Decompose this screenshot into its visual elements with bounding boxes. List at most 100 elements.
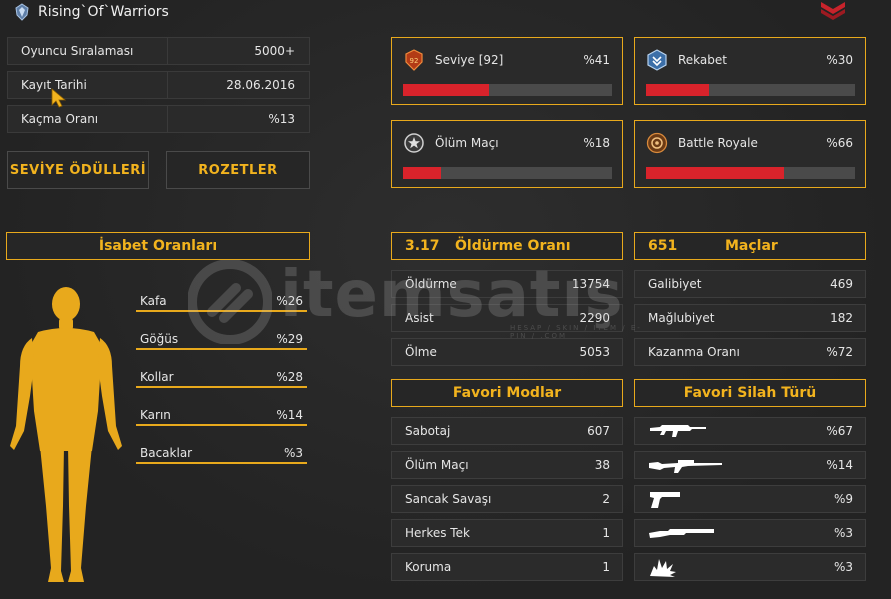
player-name: Rising`Of`Warriors	[38, 4, 169, 20]
stat-row-assists: Asist 2290	[391, 304, 623, 332]
info-label: Kayıt Tarihi	[8, 72, 168, 98]
progress-track	[646, 167, 855, 179]
kill-ratio-header: 3.17 Öldürme Oranı	[391, 232, 623, 260]
mode-label: Ölüm Maçı	[405, 458, 469, 472]
info-value: 28.06.2016	[226, 78, 295, 92]
mode-card-competitive[interactable]: Rekabet %30	[634, 37, 866, 105]
mode-count: 38	[594, 458, 610, 472]
mode-card-battle-royale[interactable]: Battle Royale %66	[634, 120, 866, 188]
stat-label: Öldürme	[405, 277, 457, 291]
stat-value: 2290	[579, 311, 610, 325]
progress-track	[403, 84, 612, 96]
competitive-icon	[647, 49, 667, 71]
body-part-value: %14	[276, 408, 303, 422]
level-badge-icon: 92	[405, 49, 423, 71]
kill-ratio-title: Öldürme Oranı	[455, 238, 571, 254]
stat-label: Ölme	[405, 345, 437, 359]
stat-label: Kazanma Oranı	[648, 345, 740, 359]
accuracy-row-legs: Bacaklar %3	[136, 446, 307, 464]
favorite-weapon-row: %67	[634, 417, 866, 445]
info-value: 5000+	[254, 44, 295, 58]
stat-value: 13754	[571, 277, 610, 291]
info-value: %13	[268, 112, 295, 126]
favorite-mode-row: Herkes Tek 1	[391, 519, 623, 547]
favorite-mode-row: Sancak Savaşı 2	[391, 485, 623, 513]
mode-name: Rekabet	[678, 53, 727, 67]
body-silhouette-icon	[10, 287, 122, 582]
stat-value: 182	[830, 311, 853, 325]
body-part-label: Karın	[140, 408, 171, 422]
stat-row-wins: Galibiyet 469	[634, 270, 866, 298]
accuracy-title: İsabet Oranları	[98, 238, 218, 254]
progress-track	[403, 167, 612, 179]
mode-percent: %66	[826, 136, 853, 150]
player-emblem-icon	[15, 3, 29, 21]
mode-label: Sancak Savaşı	[405, 492, 492, 506]
mode-name: Battle Royale	[678, 136, 758, 150]
progress-fill	[646, 84, 709, 96]
mode-percent: %18	[583, 136, 610, 150]
progress-fill	[403, 84, 489, 96]
progress-fill	[646, 167, 784, 179]
weapon-percent: %14	[826, 458, 853, 472]
body-part-label: Kollar	[140, 370, 174, 384]
progress-track	[646, 84, 855, 96]
favorite-modes-title: Favori Modlar	[452, 385, 562, 401]
stat-value: 5053	[579, 345, 610, 359]
mode-card-level[interactable]: 92 Seviye [92] %41	[391, 37, 623, 105]
body-part-value: %29	[276, 332, 303, 346]
info-row-escape-rate: Kaçma Oranı %13	[7, 105, 310, 133]
progress-fill	[403, 167, 441, 179]
body-part-label: Göğüs	[140, 332, 179, 346]
favorite-mode-row: Koruma 1	[391, 553, 623, 581]
accuracy-row-arms: Kollar %28	[136, 370, 307, 388]
mode-label: Sabotaj	[405, 424, 451, 438]
favorite-weapon-row: %14	[634, 451, 866, 479]
mode-count: 1	[602, 560, 610, 574]
stat-label: Asist	[405, 311, 434, 325]
favorite-weapon-row: %9	[634, 485, 866, 513]
body-part-label: Bacaklar	[140, 446, 193, 460]
stat-value: %72	[826, 345, 853, 359]
weapon-percent: %67	[826, 424, 853, 438]
matches-value: 651	[648, 238, 678, 254]
weapon-percent: %3	[833, 560, 853, 574]
pistol-icon	[650, 492, 680, 508]
matches-title: Maçlar	[725, 238, 778, 254]
stat-label: Mağlubiyet	[648, 311, 715, 325]
mode-count: 1	[602, 526, 610, 540]
weapon-percent: %9	[833, 492, 853, 506]
favorite-weapons-title: Favori Silah Türü	[683, 385, 817, 401]
assault-rifle-icon	[650, 425, 706, 437]
mode-count: 2	[602, 492, 610, 506]
mode-name: Ölüm Maçı	[435, 136, 499, 150]
matches-header: 651 Maçlar	[634, 232, 866, 260]
shotgun-icon	[649, 529, 714, 538]
kill-ratio-value: 3.17	[405, 238, 440, 254]
info-label: Oyuncu Sıralaması	[8, 38, 168, 64]
player-header: Rising`Of`Warriors	[14, 2, 169, 22]
mode-count: 607	[587, 424, 610, 438]
info-row-rank: Oyuncu Sıralaması 5000+	[7, 37, 310, 65]
mode-percent: %41	[583, 53, 610, 67]
favorite-mode-row: Sabotaj 607	[391, 417, 623, 445]
body-part-value: %28	[276, 370, 303, 384]
level-rewards-button[interactable]: SEVİYE ÖDÜLLERİ	[7, 151, 149, 189]
stat-row-win-rate: Kazanma Oranı %72	[634, 338, 866, 366]
accuracy-row-stomach: Karın %14	[136, 408, 307, 426]
battle-royale-icon	[646, 132, 668, 154]
grenade-icon	[650, 559, 676, 577]
mode-name: Seviye [92]	[435, 53, 504, 67]
stat-row-deaths: Ölme 5053	[391, 338, 623, 366]
mode-label: Herkes Tek	[405, 526, 470, 540]
svg-text:92: 92	[410, 57, 419, 65]
mode-percent: %30	[826, 53, 853, 67]
mode-card-deathmatch[interactable]: Ölüm Maçı %18	[391, 120, 623, 188]
badges-button[interactable]: ROZETLER	[166, 151, 310, 189]
favorite-weapon-row: %3	[634, 519, 866, 547]
accuracy-row-head: Kafa %26	[136, 294, 307, 312]
accuracy-row-chest: Göğüs %29	[136, 332, 307, 350]
deathmatch-icon	[404, 133, 424, 153]
info-label: Kaçma Oranı	[8, 106, 168, 132]
favorite-modes-header: Favori Modlar	[391, 379, 623, 407]
